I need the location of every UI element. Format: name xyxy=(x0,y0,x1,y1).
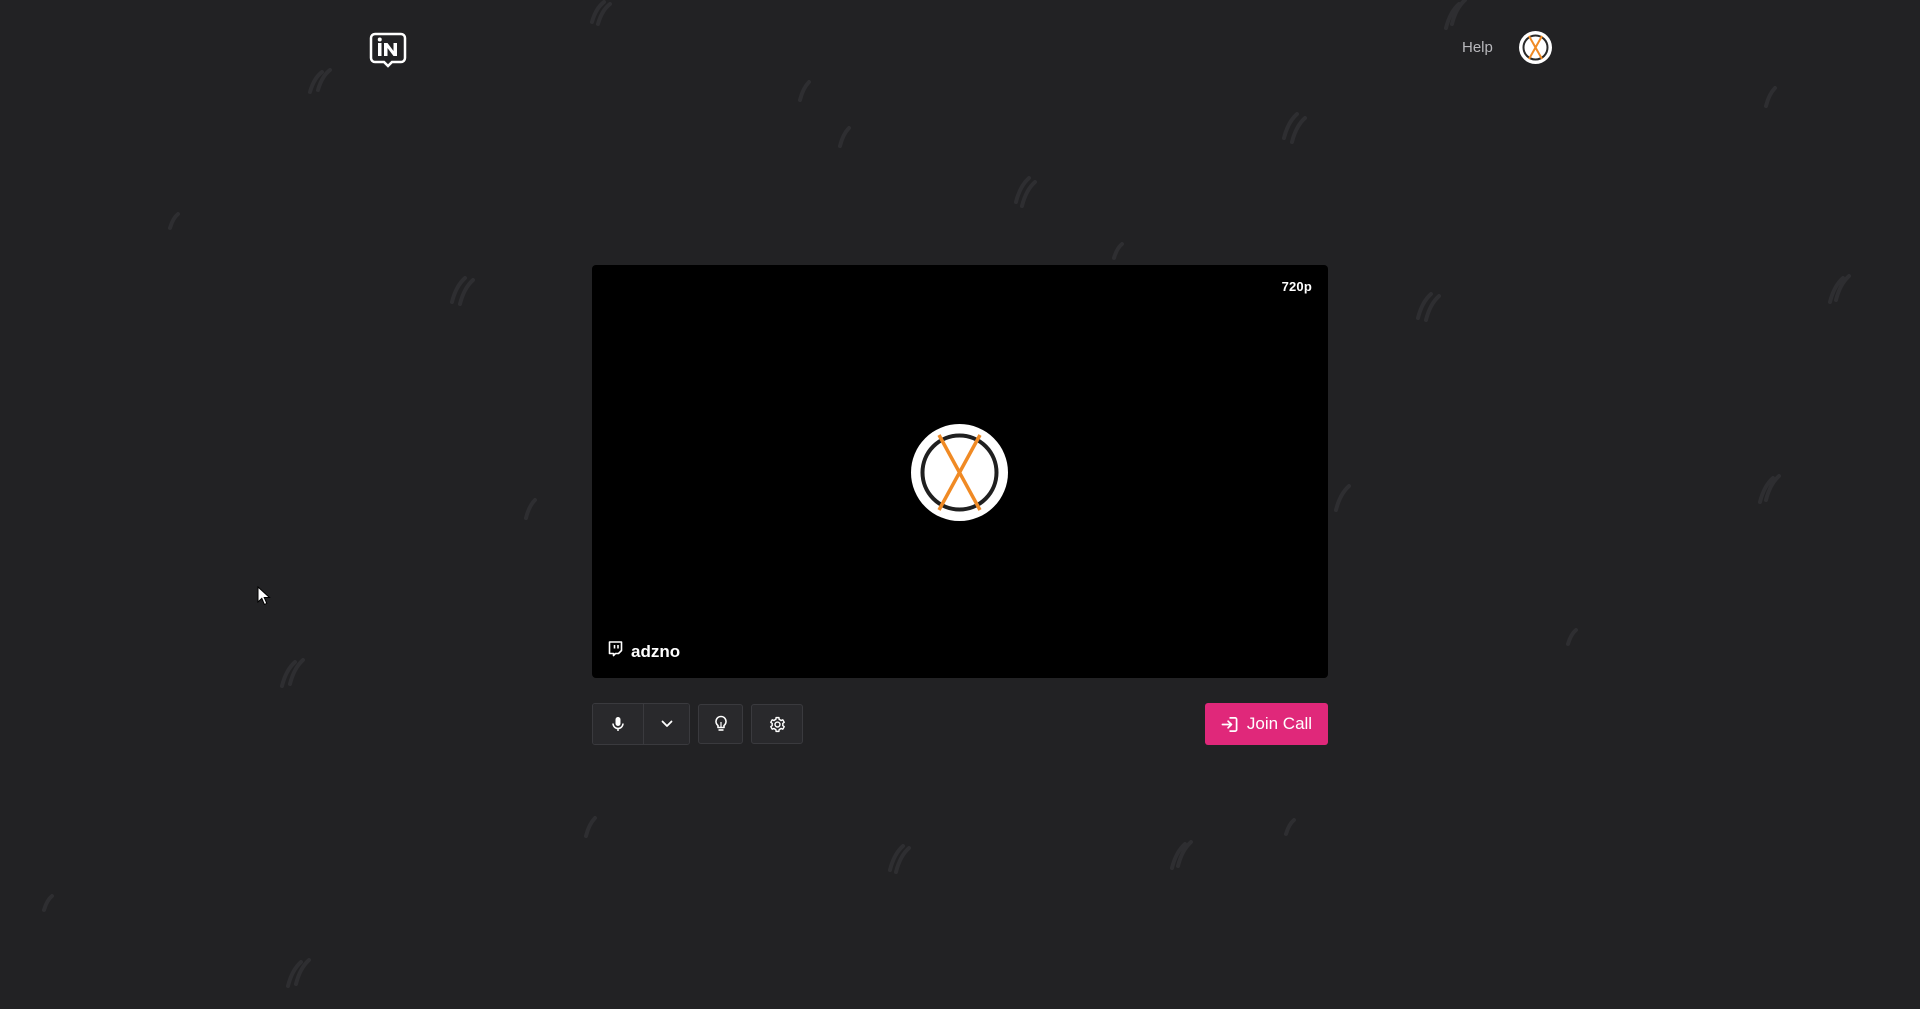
page: Help 720p adzno Join Call xyxy=(0,0,1920,1009)
chevron-down-icon xyxy=(661,720,672,727)
join-call-button[interactable]: Join Call xyxy=(1205,703,1328,745)
user-avatar-graphic xyxy=(1519,31,1552,64)
camera-preview: 720p adzno xyxy=(592,265,1328,678)
username-label: adzno xyxy=(631,641,681,661)
call-controls xyxy=(592,703,803,745)
twitch-icon xyxy=(608,641,623,662)
device-dropdown-button[interactable] xyxy=(644,704,689,744)
quality-badge: 720p xyxy=(1281,279,1312,294)
join-call-label: Join Call xyxy=(1246,714,1313,733)
gear-icon xyxy=(769,716,785,732)
name-tag: adzno xyxy=(608,641,680,662)
user-avatar[interactable] xyxy=(1519,31,1552,64)
effects-button[interactable] xyxy=(698,704,743,744)
preview-avatar-graphic xyxy=(911,424,1008,521)
help-link[interactable]: Help xyxy=(1462,38,1493,58)
mouse-cursor-icon xyxy=(257,586,271,606)
preview-avatar xyxy=(911,424,1008,521)
lightbulb-icon xyxy=(714,715,727,731)
microphone-icon xyxy=(612,717,624,731)
brand-logo-icon-graphic xyxy=(369,32,407,68)
brand-logo-icon[interactable] xyxy=(368,30,408,70)
microphone-button[interactable] xyxy=(593,704,644,744)
microphone-group xyxy=(592,703,690,745)
settings-button[interactable] xyxy=(751,704,803,744)
enter-icon xyxy=(1221,716,1238,732)
